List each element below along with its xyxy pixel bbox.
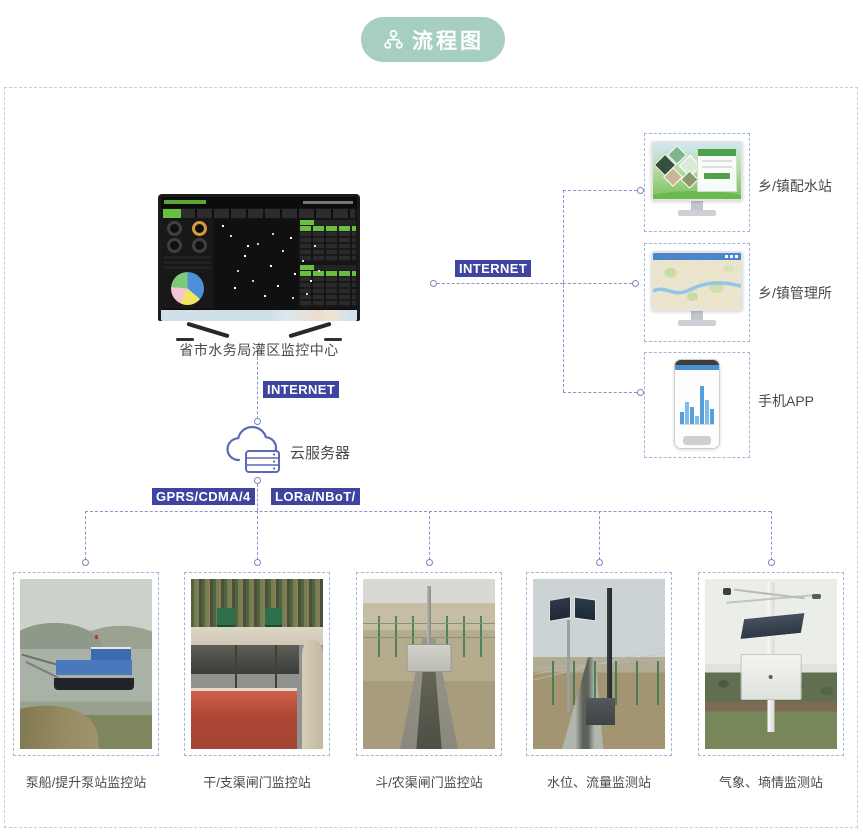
map-dots: [222, 225, 224, 227]
client-box-water-distribution: [644, 133, 750, 232]
gauge-icon: [167, 238, 182, 253]
connector-node: [430, 280, 437, 287]
connector-line: [257, 511, 258, 560]
monitoring-center-label: 省市水务局灌区监控中心: [158, 340, 360, 360]
dashboard-screen: [161, 197, 357, 309]
connector-node: [632, 280, 639, 287]
monitor-bottom-strip: [161, 309, 357, 321]
station-label: 泵船/提升泵站监控站: [11, 772, 161, 791]
connector-line: [771, 511, 772, 560]
page-title-text: 流程图: [412, 25, 484, 55]
gauge-grid: [163, 221, 211, 253]
connector-node: [637, 187, 644, 194]
client-box-management-office: [644, 243, 750, 342]
login-screen: [651, 141, 743, 201]
pie-chart-icon: [171, 272, 204, 305]
station-box-main-canal-gate: [184, 572, 330, 756]
cloud-server-label: 云服务器: [290, 442, 350, 463]
connector-line: [563, 190, 637, 191]
connector-node: [768, 559, 775, 566]
station-photo-water-level: [533, 579, 665, 749]
station-label: 干/支渠闸门监控站: [182, 772, 332, 791]
monitor-bezel: [158, 194, 360, 321]
client-label: 乡/镇配水站: [758, 176, 832, 196]
data-table: [300, 220, 356, 262]
monitoring-center-monitor: [158, 194, 360, 321]
flowchart-icon: [382, 28, 405, 51]
page-title: 流程图: [361, 17, 505, 62]
river-line: [653, 259, 741, 309]
client-box-mobile-app: [644, 352, 750, 458]
map-screen: [651, 251, 743, 311]
flowchart-page: 流程图: [0, 0, 863, 833]
smartphone-icon: [674, 359, 720, 449]
data-table: [300, 265, 356, 307]
station-photo-weather: [705, 579, 837, 749]
dashboard-left-panel: [161, 219, 213, 308]
station-photo-pump-boat: [20, 579, 152, 749]
desktop-monitor-icon: [651, 251, 743, 326]
station-box-water-level: [526, 572, 672, 756]
dashboard-header-bar: [161, 197, 357, 208]
gauge-icon: [167, 221, 182, 236]
connector-line: [563, 392, 637, 393]
connector-line: [257, 484, 258, 511]
dashboard-nav-bar: [163, 209, 355, 218]
connector-line: [85, 511, 86, 560]
map-toolbar: [653, 253, 741, 260]
internet-label-right: INTERNET: [455, 260, 531, 277]
connector-line: [85, 511, 771, 512]
connector-node: [637, 389, 644, 396]
dashboard-legend: [164, 256, 210, 269]
dashboard-right-panel: [299, 219, 357, 308]
connector-line: [257, 357, 258, 419]
login-panel: [697, 148, 737, 192]
connector-line: [599, 511, 600, 560]
connector-node: [254, 477, 261, 484]
lora-label: LORa/NBoT/: [271, 488, 360, 505]
gauge-icon: [192, 221, 207, 236]
station-photo-canal-gate: [191, 579, 323, 749]
connector-line: [563, 190, 564, 392]
connector-node: [426, 559, 433, 566]
station-label: 气象、墒情监测站: [696, 772, 846, 791]
cloud-server-icon: [224, 422, 286, 481]
client-label: 手机APP: [758, 391, 814, 411]
station-box-pump-boat: [13, 572, 159, 756]
station-label: 斗/农渠闸门监控站: [354, 772, 504, 791]
station-box-farm-canal-gate: [356, 572, 502, 756]
station-box-weather: [698, 572, 844, 756]
connector-line: [429, 511, 430, 560]
connector-line: [437, 283, 563, 284]
station-photo-farm-canal: [363, 579, 495, 749]
connector-line: [563, 283, 632, 284]
dashboard-map: [214, 219, 298, 308]
gauge-icon: [192, 238, 207, 253]
connector-node: [254, 559, 261, 566]
station-label: 水位、流量监测站: [524, 772, 674, 791]
client-label: 乡/镇管理所: [758, 283, 832, 303]
connector-node: [82, 559, 89, 566]
gprs-label: GPRS/CDMA/4: [152, 488, 255, 505]
dashboard-body: [161, 219, 357, 308]
phone-bar-chart: [680, 378, 714, 425]
desktop-monitor-icon: [651, 141, 743, 216]
internet-label-top: INTERNET: [263, 381, 339, 398]
connector-node: [596, 559, 603, 566]
